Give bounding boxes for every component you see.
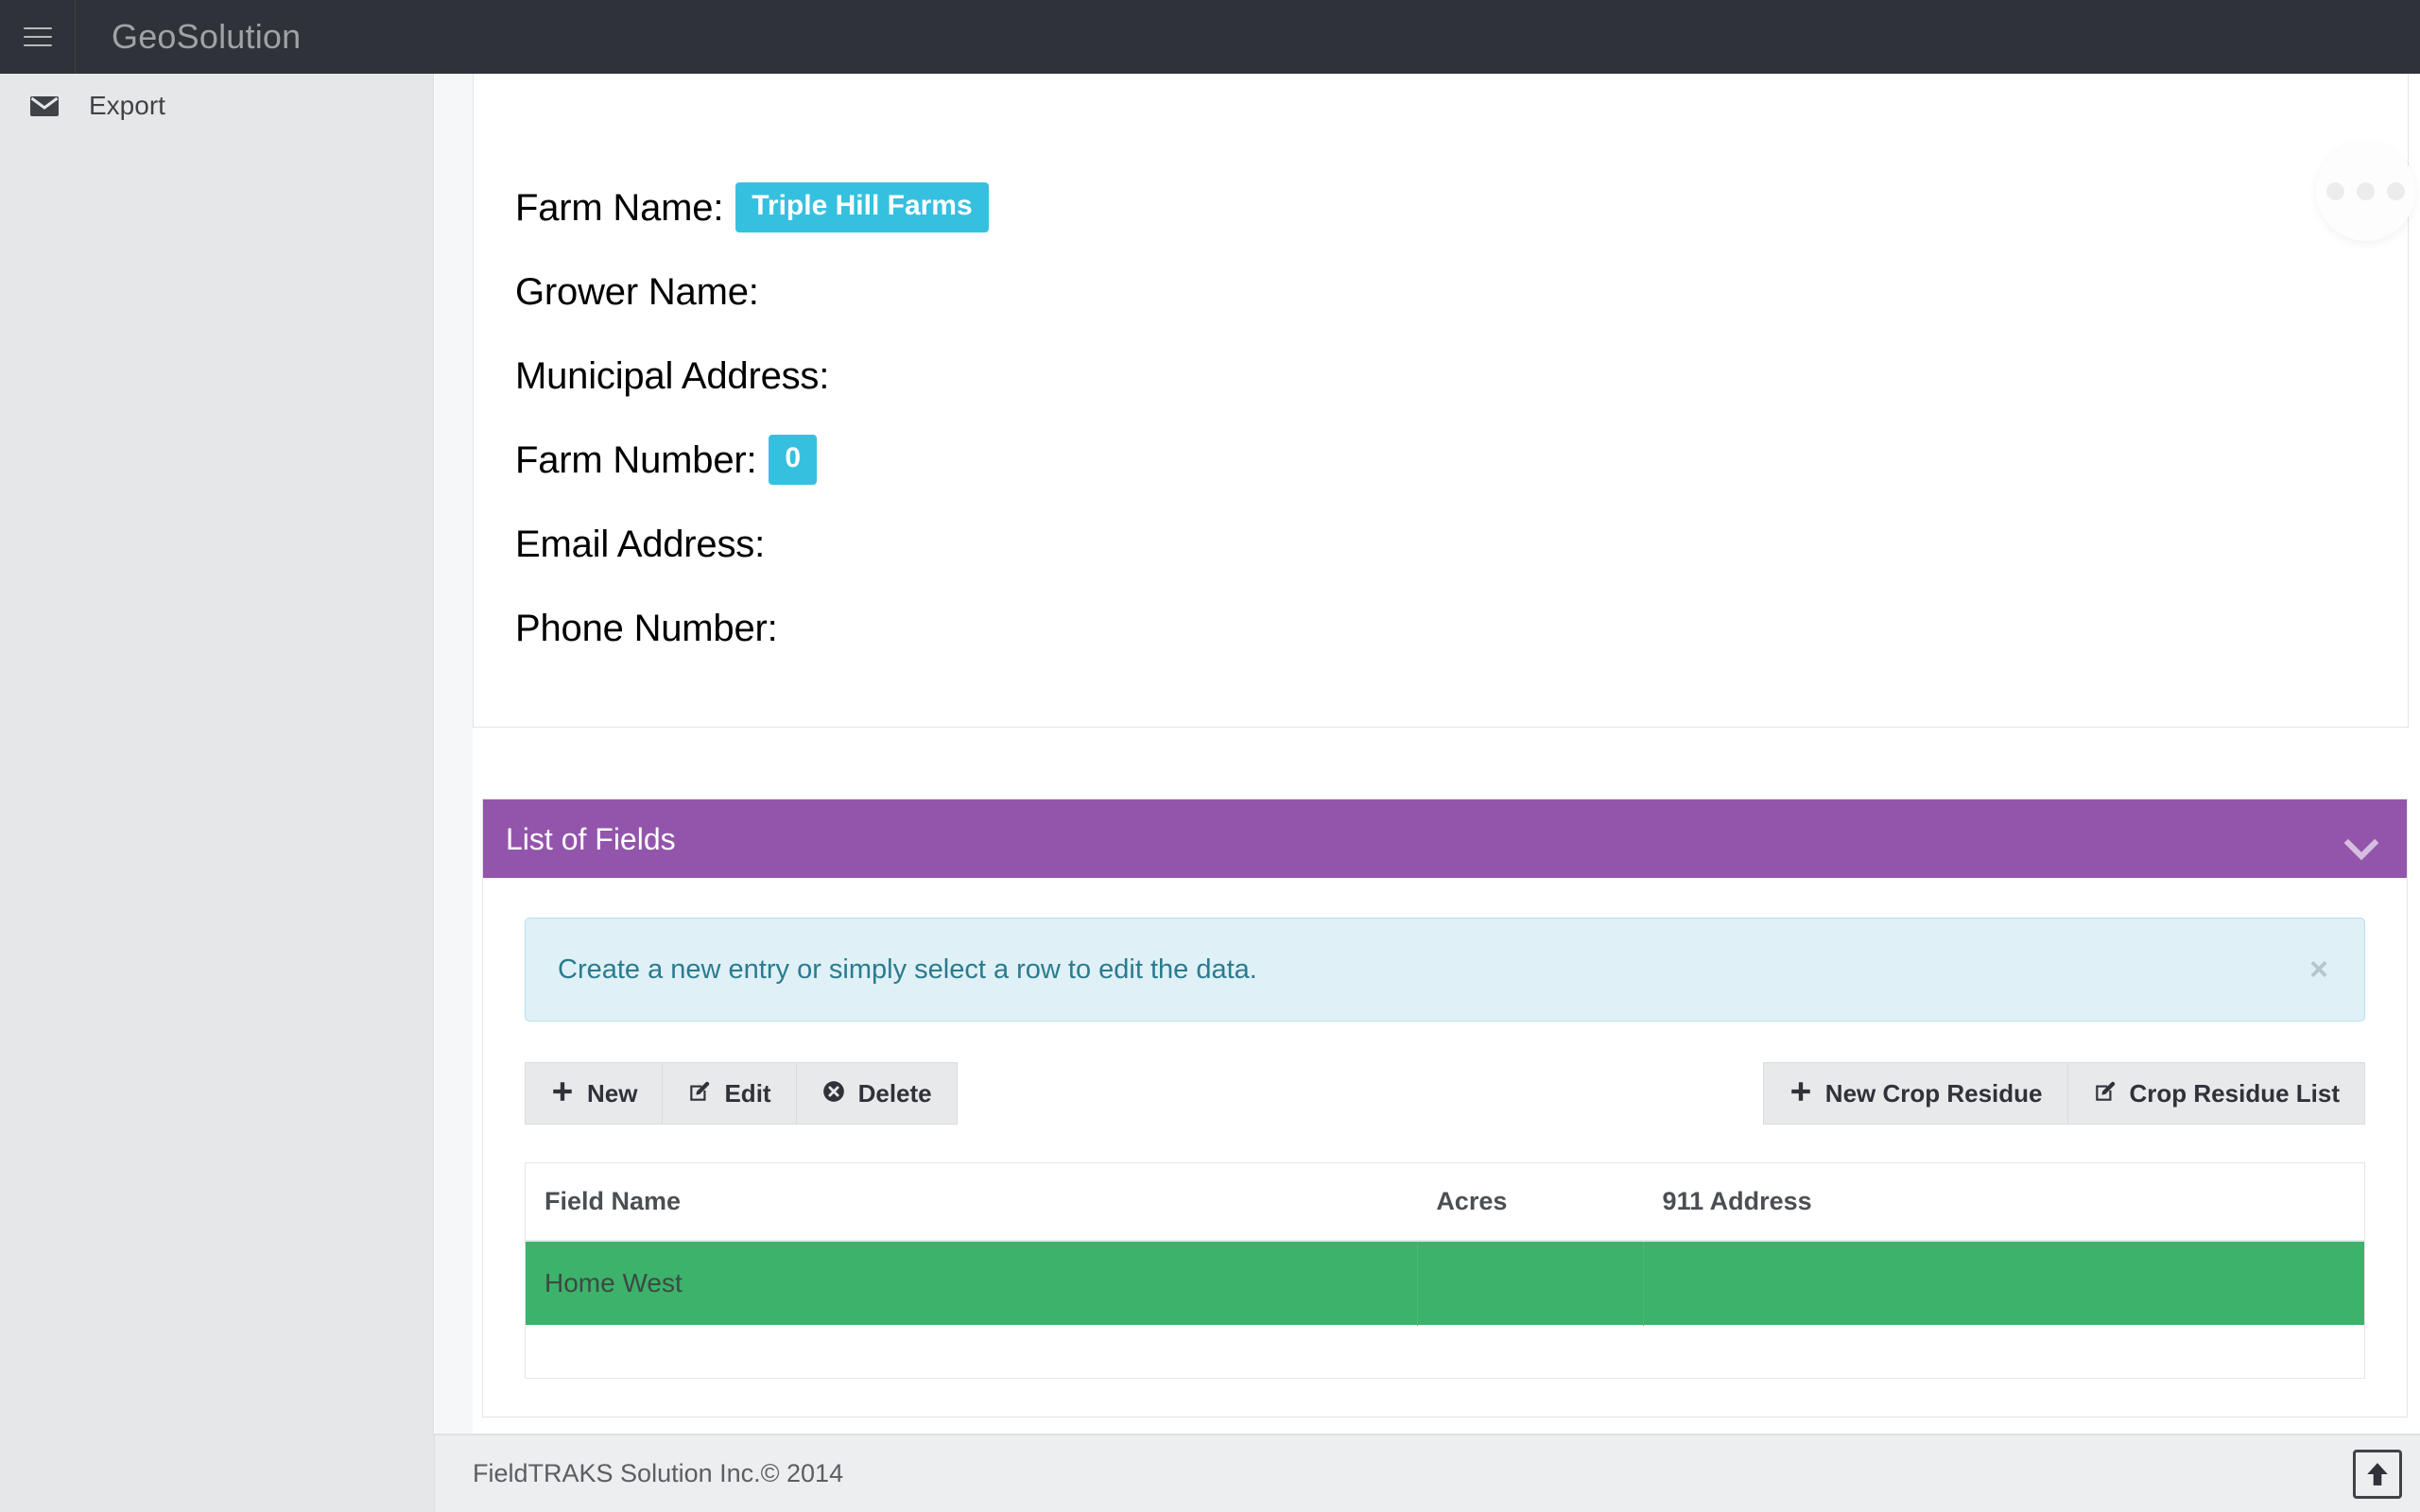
farm-detail-row-email-address: Email Address: <box>515 502 2366 586</box>
farm-detail-list: Farm Name: Triple Hill Farms Grower Name… <box>515 165 2366 670</box>
close-icon[interactable]: × <box>2306 954 2332 986</box>
ellipsis-icon <box>2357 182 2375 200</box>
fields-table-head: Field Name Acres 911 Address <box>526 1163 2364 1241</box>
list-of-fields-panel: List of Fields Create a new entry or sim… <box>482 799 2408 1418</box>
list-of-fields-body: Create a new entry or simply select a ro… <box>483 878 2407 1417</box>
ellipsis-icon <box>2387 182 2405 200</box>
cell-911-address <box>1644 1241 2364 1326</box>
arrow-up-icon <box>2365 1461 2390 1487</box>
hamburger-icon <box>24 27 52 46</box>
fields-table-wrapper: Field Name Acres 911 Address Home West <box>525 1162 2365 1379</box>
fields-toolbar: New Edit <box>525 1062 2365 1125</box>
main-content: Edit Delete Farm Name: Triple Hill Farms… <box>473 0 2420 1512</box>
farm-detail-row-farm-number: Farm Number: 0 <box>515 418 2366 502</box>
farm-number-label: Farm Number: <box>515 441 756 479</box>
fields-table: Field Name Acres 911 Address Home West <box>526 1163 2364 1378</box>
spacer-cell <box>1417 1326 1643 1378</box>
panel-title: List of Fields <box>506 824 676 854</box>
pencil-square-icon <box>687 1079 712 1108</box>
email-address-label: Email Address: <box>515 525 765 563</box>
spacer-cell <box>1644 1326 2364 1378</box>
column-header-field-name[interactable]: Field Name <box>526 1163 1417 1241</box>
floating-options-button[interactable] <box>2316 142 2415 241</box>
crop-residue-list-button[interactable]: Crop Residue List <box>2067 1062 2365 1125</box>
plus-icon <box>550 1079 575 1108</box>
fields-crud-button-group: New Edit <box>525 1062 958 1125</box>
table-row[interactable]: Home West <box>526 1241 2364 1326</box>
cell-acres <box>1417 1241 1643 1326</box>
column-header-acres[interactable]: Acres <box>1417 1163 1643 1241</box>
table-row-spacer <box>526 1326 2364 1378</box>
farm-detail-row-farm-name: Farm Name: Triple Hill Farms <box>515 165 2366 249</box>
info-alert-message: Create a new entry or simply select a ro… <box>558 956 1257 984</box>
table-header-row: Field Name Acres 911 Address <box>526 1163 2364 1241</box>
list-of-fields-header[interactable]: List of Fields <box>483 799 2407 878</box>
sidebar-toggle-button[interactable] <box>0 0 76 74</box>
plus-icon <box>1789 1079 1813 1108</box>
sidebar: Export <box>0 74 434 1512</box>
column-header-911-address[interactable]: 911 Address <box>1644 1163 2364 1241</box>
info-alert: Create a new entry or simply select a ro… <box>525 918 2365 1022</box>
new-crop-residue-label: New Crop Residue <box>1825 1081 2043 1106</box>
municipal-address-label: Municipal Address: <box>515 357 829 395</box>
fields-table-body: Home West <box>526 1241 2364 1378</box>
delete-button[interactable]: Delete <box>796 1062 958 1125</box>
page-footer: FieldTRAKS Solution Inc.© 2014 <box>435 1435 2420 1512</box>
spacer-cell <box>526 1326 1417 1378</box>
grower-name-label: Grower Name: <box>515 273 759 311</box>
envelope-icon <box>30 96 59 116</box>
edit-button[interactable]: Edit <box>662 1062 796 1125</box>
farm-info-panel: Edit Delete Farm Name: Triple Hill Farms… <box>473 0 2409 728</box>
sidebar-item-label: Export <box>89 93 165 119</box>
new-button-label: New <box>587 1081 637 1106</box>
app-brand-title[interactable]: GeoSolution <box>112 20 301 54</box>
sidebar-footer-filler <box>0 1434 435 1512</box>
chevron-down-icon[interactable] <box>2346 831 2375 848</box>
farm-detail-row-phone-number: Phone Number: <box>515 586 2366 670</box>
top-navbar: GeoSolution <box>0 0 2420 74</box>
delete-button-label: Delete <box>858 1081 932 1106</box>
crop-residue-button-group: New Crop Residue Crop Residue List <box>1763 1062 2365 1125</box>
sidebar-item-export[interactable]: Export <box>0 74 433 138</box>
edit-button-label: Edit <box>724 1081 770 1106</box>
farm-number-value-badge: 0 <box>769 435 817 485</box>
cell-field-name: Home West <box>526 1241 1417 1326</box>
scroll-to-top-button[interactable] <box>2353 1450 2402 1499</box>
farm-name-label: Farm Name: <box>515 189 723 227</box>
farm-detail-row-grower-name: Grower Name: <box>515 249 2366 334</box>
phone-number-label: Phone Number: <box>515 610 778 647</box>
pencil-square-icon <box>2093 1079 2118 1108</box>
crop-residue-list-label: Crop Residue List <box>2130 1081 2340 1106</box>
sidebar-content-gutter <box>435 74 473 1512</box>
farm-name-value-badge: Triple Hill Farms <box>735 182 988 232</box>
new-button[interactable]: New <box>525 1062 663 1125</box>
ellipsis-icon <box>2326 182 2344 200</box>
times-circle-icon <box>821 1079 846 1108</box>
farm-detail-row-municipal-address: Municipal Address: <box>515 334 2366 418</box>
new-crop-residue-button[interactable]: New Crop Residue <box>1763 1062 2068 1125</box>
footer-copyright: FieldTRAKS Solution Inc.© 2014 <box>473 1461 843 1486</box>
